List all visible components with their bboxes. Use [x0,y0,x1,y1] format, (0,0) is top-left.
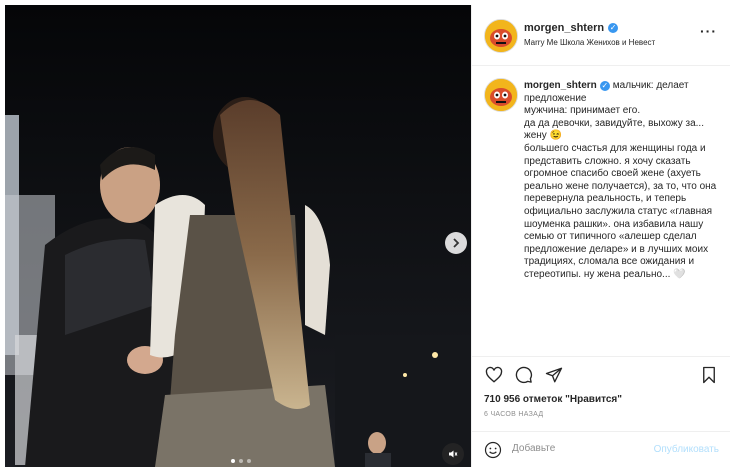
avatar-image [485,20,517,52]
post-media-video[interactable] [5,5,471,467]
bookmark-icon[interactable] [699,365,719,385]
caption-body: мальчик: делает предложение мужчина: при… [524,80,717,280]
avatar[interactable] [484,19,518,53]
caption-username[interactable]: morgen_shtern [524,80,597,91]
carousel-dot [231,459,235,463]
header-username-row: morgen_shtern ✓ [524,22,619,34]
next-slide-button[interactable] [445,232,467,254]
post-location[interactable]: Marry Me Школа Женихов и Невест [524,38,655,47]
share-paper-plane-icon[interactable] [544,365,564,385]
carousel-indicator [231,459,251,463]
post-timestamp[interactable]: 6 ЧАСОВ НАЗАД [484,411,543,418]
avatar[interactable] [484,78,518,112]
verified-badge-icon: ✓ [599,81,610,91]
avatar-image [485,79,517,111]
like-heart-icon[interactable] [484,365,504,385]
emoji-smiley-icon[interactable] [484,441,502,459]
chevron-right-icon [453,238,460,248]
likes-count[interactable]: 710 956 отметок "Нравится" [484,394,622,405]
post-side-panel: morgen_shtern ✓ Marry Me Школа Женихов и… [471,5,730,467]
mute-toggle-button[interactable] [442,443,464,465]
comment-input[interactable] [512,443,652,454]
post-actions: 710 956 отметок "Нравится" 6 ЧАСОВ НАЗАД… [472,356,730,468]
caption-text-block: morgen_shtern ✓ мальчик: делает предложени… [524,80,719,282]
caption-scroll-area[interactable]: morgen_shtern ✓ мальчик: делает предложени… [472,66,730,356]
comment-form: Опубликовать [472,431,730,469]
speaker-muted-icon [449,450,458,458]
video-frame [5,5,471,467]
carousel-dot [239,459,243,463]
comment-bubble-icon[interactable] [514,365,534,385]
post-header: morgen_shtern ✓ Marry Me Школа Женихов и… [472,5,730,66]
action-icons-row [484,365,564,385]
carousel-dot [247,459,251,463]
publish-comment-button[interactable]: Опубликовать [654,444,719,455]
verified-badge-icon: ✓ [608,23,619,33]
more-options-icon[interactable]: ··· [700,23,717,39]
header-username[interactable]: morgen_shtern [524,22,604,34]
